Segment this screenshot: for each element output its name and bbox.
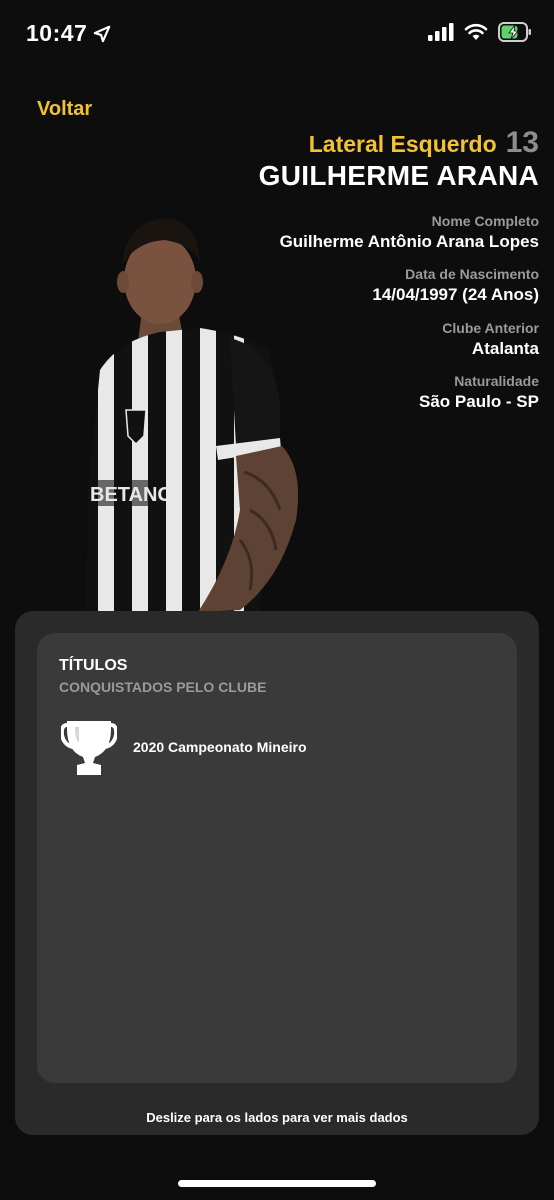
- card-subtitle: CONQUISTADOS PELO CLUBE: [59, 679, 267, 695]
- status-icons: [428, 22, 532, 42]
- status-time: 10:47: [26, 20, 88, 46]
- titles-card[interactable]: TÍTULOS CONQUISTADOS PELO CLUBE 2020 Cam…: [15, 611, 539, 1135]
- trophy-icon: [61, 721, 117, 775]
- status-time-group: 10:47: [26, 20, 111, 47]
- status-bar: 10:47: [0, 0, 554, 70]
- card-title: TÍTULOS: [59, 657, 128, 674]
- signal-icon: [428, 23, 454, 41]
- swipe-hint: Deslize para os lados para ver mais dado…: [146, 1110, 408, 1125]
- battery-charging-icon: [498, 22, 531, 42]
- titles-panel: TÍTULOS CONQUISTADOS PELO CLUBE 2020 Cam…: [37, 633, 517, 1083]
- player-header: Lateral Esquerdo 13 GUILHERME ARANA: [219, 126, 539, 192]
- player-photo: BETANO: [85, 218, 299, 612]
- player-name: GUILHERME ARANA: [258, 160, 539, 191]
- wifi-icon: [464, 23, 488, 40]
- shirt-number: 13: [505, 126, 539, 159]
- svg-text:BETANO: BETANO: [90, 484, 173, 506]
- location-arrow-icon: [94, 25, 111, 42]
- title-item-label: 2020 Campeonato Mineiro: [133, 739, 307, 755]
- title-item: 2020 Campeonato Mineiro: [61, 717, 307, 777]
- back-button[interactable]: Voltar: [37, 98, 92, 121]
- player-position: Lateral Esquerdo: [308, 131, 497, 157]
- position-line: Lateral Esquerdo 13: [219, 126, 539, 160]
- home-indicator[interactable]: [178, 1180, 376, 1187]
